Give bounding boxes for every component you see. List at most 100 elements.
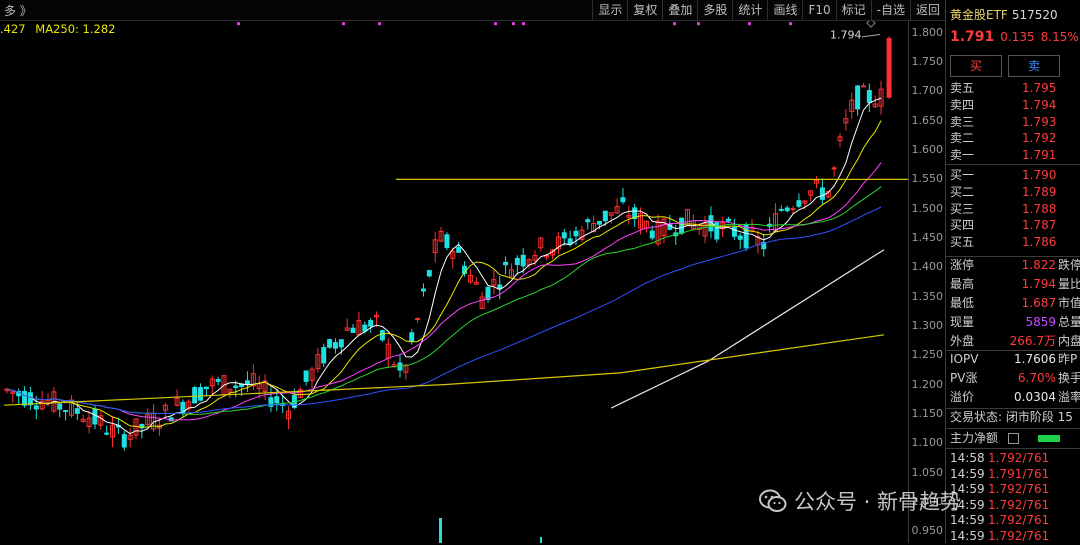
candle-body [743,224,749,249]
period-selector[interactable]: 多 》 [4,2,32,19]
volume-bar [540,537,542,543]
table-icon[interactable] [1008,433,1019,444]
stat-row: 最高 1.794 量比 [946,276,1080,293]
toolbar-button-6[interactable]: F10 [802,0,835,20]
event-marker [237,22,240,26]
main-flow-bar [1038,435,1060,442]
candle-body [409,332,415,342]
order-price: 1.786 [1022,235,1057,250]
stat-label: PV涨 [950,371,978,385]
watermark-text: 公众号 · 新骨趋势 [794,490,962,514]
trade-status: 交易状态: 闭市阶段 15 [946,409,1080,426]
candle-body [714,222,720,240]
stat-extra-label: 跌停 [1058,258,1080,272]
order-price: 1.791 [1022,148,1057,163]
candlestick-chart[interactable]: 1.794 [0,21,908,543]
candle-body [679,217,685,234]
candle-body [886,38,892,98]
ask-row[interactable]: 卖二 1.792 [946,130,1080,147]
candle-body [303,370,309,382]
stat-value: 5859 [1025,315,1056,329]
tick-time: 14:59 [950,528,985,543]
watermark: 公众号 · 新骨趋势 [758,486,961,519]
sell-button[interactable]: 卖 [1008,55,1060,77]
toolbar-button-7[interactable]: 标记 [835,0,871,20]
stat-label: 涨停 [950,258,975,272]
bid-row[interactable]: 买二 1.789 [946,184,1080,201]
ask-row[interactable]: 卖一 1.791 [946,147,1080,164]
last-price: 1.791 [950,29,995,45]
ask-row[interactable]: 卖四 1.794 [946,97,1080,114]
bid-row[interactable]: 买四 1.787 [946,217,1080,234]
security-title: 黄金股ETF 517520 [950,6,1058,23]
candle-body [819,187,825,200]
tick-value: 1.792/761 [988,528,1050,543]
stat-label: 溢价 [950,390,975,404]
candle-body [57,403,63,410]
y-tick-label: 1.300 [911,318,944,332]
candle-body [561,232,567,239]
candle-body [22,391,28,406]
stat-row: IOPV 1.7606 昨P [946,351,1080,368]
candle-body [327,339,333,348]
bid-row[interactable]: 买一 1.790 [946,167,1080,184]
candle-body [796,200,802,207]
price-change-pct: 8.15% [1040,30,1079,44]
stat-value: 0.0304 [1014,390,1056,404]
candle-body [415,318,421,321]
stat-extra-label: 内盘 [1058,334,1080,348]
stat-row: 外盘 266.7万 内盘 [946,333,1080,350]
y-tick-label: 1.800 [911,25,944,39]
toolbar-button-2[interactable]: 叠加 [662,0,697,20]
ma20-line [6,162,882,421]
candle-body [426,270,432,277]
toolbar-button-0[interactable]: 显示 [592,0,627,20]
candle-body [520,254,526,267]
stat-value: 6.70% [1017,371,1056,385]
toolbar-button-8[interactable]: -自选 [870,0,910,20]
candle-body [233,385,239,389]
candle-body [855,85,861,110]
toolbar-button-4[interactable]: 统计 [732,0,767,20]
ma5-line [6,97,882,435]
stat-label: 最低 [950,296,975,310]
security-name: 黄金股ETF [950,8,1008,22]
trade-status-text: 交易状态: 闭市阶段 15 [950,410,1073,424]
y-tick-label: 1.700 [911,84,944,98]
y-tick-label: 1.200 [911,377,944,391]
toolbar-button-9[interactable]: 返回 [909,0,945,20]
ask-row[interactable]: 卖五 1.795 [946,80,1080,97]
toolbar-button-5[interactable]: 画线 [767,0,802,20]
ma30-line [6,186,882,415]
candle-body [485,286,491,301]
event-marker [748,22,751,26]
event-marker [673,22,676,26]
stat-label: IOPV [950,352,979,366]
bid-row[interactable]: 买三 1.788 [946,201,1080,218]
candle-body [514,257,520,266]
order-level-label: 卖一 [950,148,975,163]
order-level-label: 买四 [950,218,975,233]
price-change: 0.135 [1000,30,1035,44]
y-tick-label: 1.450 [911,231,944,244]
candle-body [104,432,110,435]
stat-extra-label: 量比 [1058,277,1080,291]
candle-body [737,235,743,240]
candle-body [215,379,221,382]
candle-body [790,208,796,211]
ask-row[interactable]: 卖三 1.793 [946,114,1080,131]
toolbar-button-1[interactable]: 复权 [627,0,662,20]
buy-button[interactable]: 买 [950,55,1002,77]
stat-row: PV涨 6.70% 换手 [946,370,1080,387]
stat-extra-label: 总量 [1058,315,1080,329]
order-price: 1.790 [1022,167,1057,182]
candle-body [585,219,591,223]
order-price: 1.795 [1022,81,1057,95]
bid-row[interactable]: 买五 1.786 [946,234,1080,251]
order-book: 卖五 1.795 卖四 1.794 卖三 1.793 卖二 1.792 卖一 1.791 买一 1.7… [946,80,1080,251]
toolbar-button-3[interactable]: 多股 [697,0,732,20]
event-marker [378,22,381,26]
candle-body [567,238,573,245]
candle-body [338,339,344,348]
candle-body [274,396,280,404]
